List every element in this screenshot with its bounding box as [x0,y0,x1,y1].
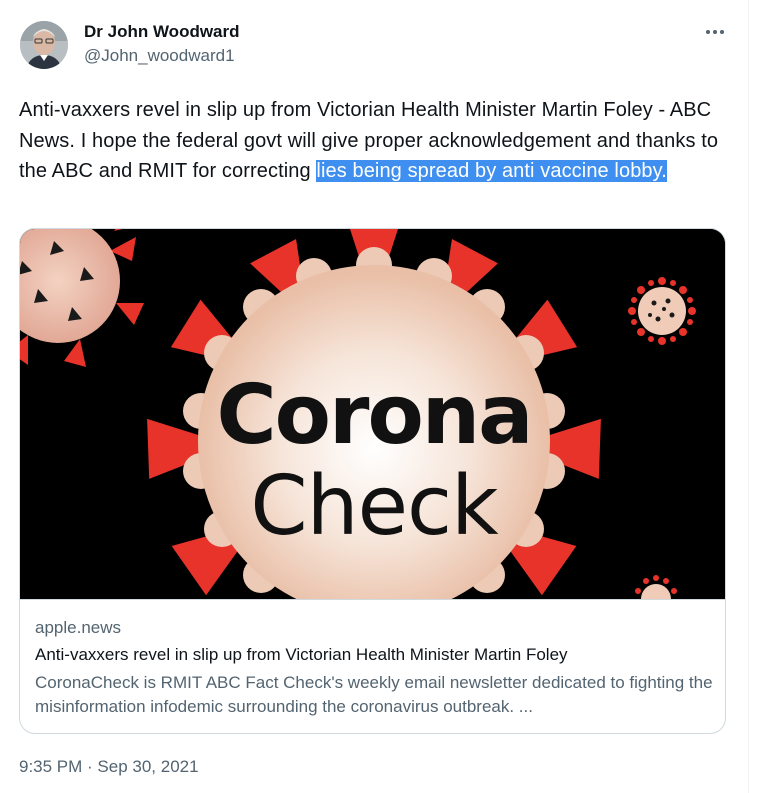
tweet-text: Anti-vaxxers revel in slip up from Victo… [19,95,731,187]
column-border [748,0,749,793]
card-description: CoronaCheck is RMIT ABC Fact Check's wee… [35,673,713,716]
coronavirus-illustration: Corona Check [20,229,725,599]
more-horizontal-icon [713,30,717,34]
avatar[interactable] [20,21,68,69]
author-handle[interactable]: @John_woodward1 [84,46,235,66]
card-title: Anti-vaxxers revel in slip up from Victo… [35,645,568,664]
more-options-button[interactable] [698,18,732,46]
card-divider [20,599,725,600]
card-image: Corona Check [20,229,725,599]
more-horizontal-icon [720,30,724,34]
card-domain: apple.news [35,618,122,637]
tweet: Dr John Woodward @John_woodward1 Anti-va… [0,0,748,793]
link-card[interactable]: Corona Check apple.news Anti-vaxxers rev… [19,228,726,734]
more-horizontal-icon [706,30,710,34]
image-title-check: Check [250,459,499,554]
author-name[interactable]: Dr John Woodward [84,22,240,42]
tweet-timestamp[interactable]: 9:35 PM · Sep 30, 2021 [19,757,199,777]
selected-text: lies being spread by anti vaccine lobby. [316,160,667,182]
image-title-corona: Corona [217,368,532,463]
